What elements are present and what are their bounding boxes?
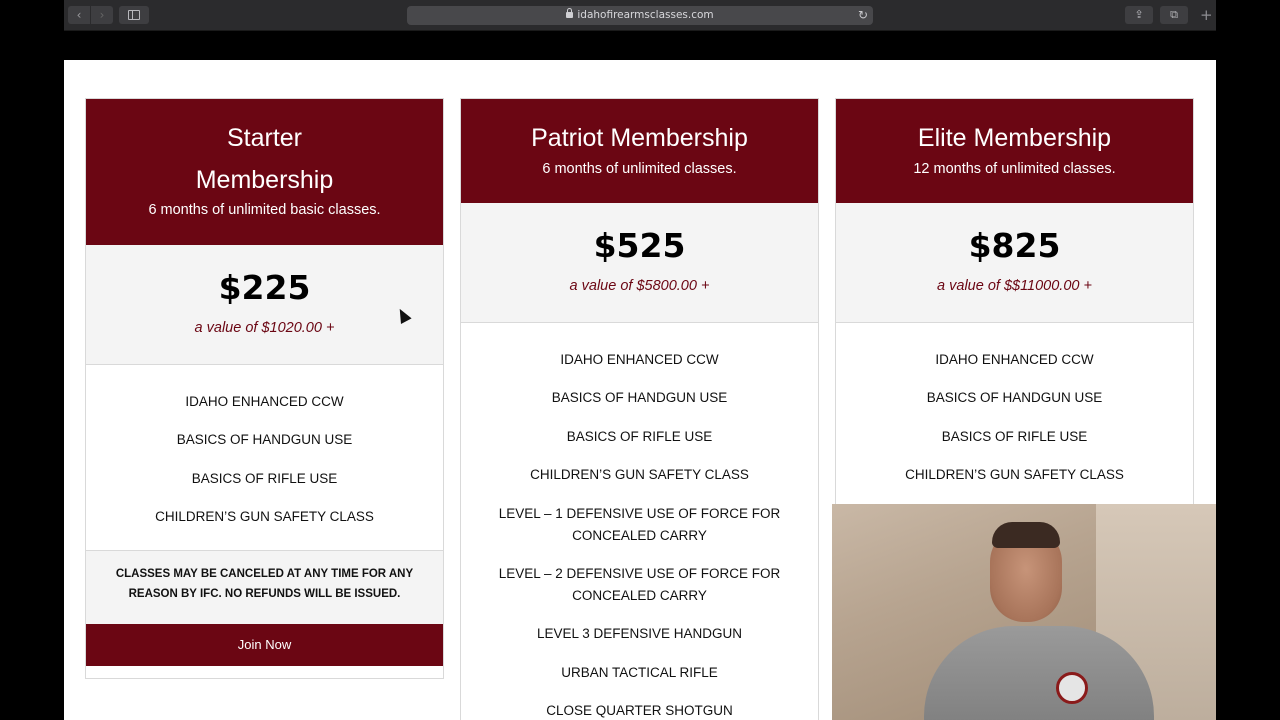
- feature-item: LEVEL – 2 DEFENSIVE USE OF FORCE FOR CON…: [498, 565, 781, 603]
- plan-header: Elite Membership 12 months of unlimited …: [836, 99, 1193, 203]
- plan-price: $825: [968, 226, 1061, 265]
- price-box: $225 a value of $1020.00 +: [86, 245, 443, 365]
- plan-card-elite: Elite Membership 12 months of unlimited …: [835, 98, 1194, 512]
- reload-icon[interactable]: ↻: [858, 6, 868, 25]
- feature-list: IDAHO ENHANCED CCW BASICS OF HANDGUN USE…: [461, 323, 818, 720]
- plan-subtitle: 6 months of unlimited basic classes.: [148, 202, 381, 218]
- plan-card-starter: Starter Membership 6 months of unlimited…: [85, 98, 444, 679]
- share-button[interactable]: ⇪: [1125, 6, 1153, 24]
- plan-title: Starter Membership: [195, 124, 334, 194]
- plan-title: Elite Membership: [917, 124, 1112, 152]
- plan-header: Patriot Membership 6 months of unlimited…: [461, 99, 818, 203]
- feature-item: IDAHO ENHANCED CCW: [935, 352, 1094, 367]
- feature-item: IDAHO ENHANCED CCW: [185, 394, 344, 409]
- plan-subtitle: 12 months of unlimited classes.: [913, 161, 1116, 177]
- price-box: $825 a value of $$11000.00 +: [836, 203, 1193, 323]
- plan-value-note: a value of $1020.00 +: [194, 320, 335, 336]
- feature-item: CHILDREN’S GUN SAFETY CLASS: [905, 467, 1124, 483]
- card-footer-spacer: [86, 665, 443, 678]
- feature-item: BASICS OF HANDGUN USE: [926, 390, 1103, 406]
- sidebar-icon: [128, 10, 140, 20]
- browser-toolbar: ‹ › idahofirearmsclasses.com ↻ ⇪ ⧉ +: [64, 0, 1216, 31]
- feature-item: BASICS OF RIFLE USE: [566, 428, 713, 444]
- plan-card-patriot: Patriot Membership 6 months of unlimited…: [460, 98, 819, 720]
- plan-price: $225: [218, 268, 311, 307]
- feature-list: IDAHO ENHANCED CCW BASICS OF HANDGUN USE…: [86, 365, 443, 550]
- feature-list: IDAHO ENHANCED CCW BASICS OF HANDGUN USE…: [836, 323, 1193, 511]
- join-now-button[interactable]: Join Now: [86, 623, 443, 666]
- shirt-logo-patch: [1056, 672, 1088, 704]
- feature-item: URBAN TACTICAL RIFLE: [561, 664, 718, 680]
- plan-header: Starter Membership 6 months of unlimited…: [86, 99, 443, 245]
- lock-icon: [566, 8, 574, 18]
- feature-item: BASICS OF HANDGUN USE: [551, 390, 728, 406]
- feature-item: BASICS OF RIFLE USE: [191, 470, 338, 486]
- new-tab-button[interactable]: +: [1200, 8, 1213, 23]
- address-bar[interactable]: idahofirearmsclasses.com ↻: [407, 6, 873, 25]
- forward-button[interactable]: ›: [91, 6, 113, 24]
- sidebar-toggle-button[interactable]: [119, 6, 149, 24]
- feature-item: CHILDREN’S GUN SAFETY CLASS: [530, 467, 749, 483]
- plan-price: $525: [593, 226, 686, 265]
- plan-subtitle: 6 months of unlimited classes.: [542, 161, 737, 177]
- feature-item: LEVEL 3 DEFENSIVE HANDGUN: [536, 626, 743, 642]
- plan-value-note: a value of $5800.00 +: [569, 278, 710, 294]
- feature-item: CLOSE QUARTER SHOTGUN: [546, 703, 733, 719]
- feature-item: BASICS OF HANDGUN USE: [176, 432, 353, 448]
- history-nav: ‹ ›: [68, 6, 113, 24]
- plan-value-note: a value of $$11000.00 +: [937, 278, 1092, 294]
- feature-item: CHILDREN’S GUN SAFETY CLASS: [155, 509, 374, 525]
- back-button[interactable]: ‹: [68, 6, 90, 24]
- url-text: idahofirearmsclasses.com: [577, 9, 714, 21]
- feature-item: LEVEL – 1 DEFENSIVE USE OF FORCE FOR CON…: [498, 505, 781, 543]
- plan-title: Patriot Membership: [531, 124, 748, 152]
- webcam-overlay: [832, 504, 1216, 720]
- presenter-hair: [992, 522, 1060, 548]
- tab-overview-button[interactable]: ⧉: [1160, 6, 1188, 24]
- refund-notice: CLASSES MAY BE CANCELED AT ANY TIME FOR …: [86, 549, 443, 624]
- price-box: $525 a value of $5800.00 +: [461, 203, 818, 323]
- feature-item: BASICS OF RIFLE USE: [941, 428, 1088, 444]
- feature-item: IDAHO ENHANCED CCW: [560, 352, 719, 367]
